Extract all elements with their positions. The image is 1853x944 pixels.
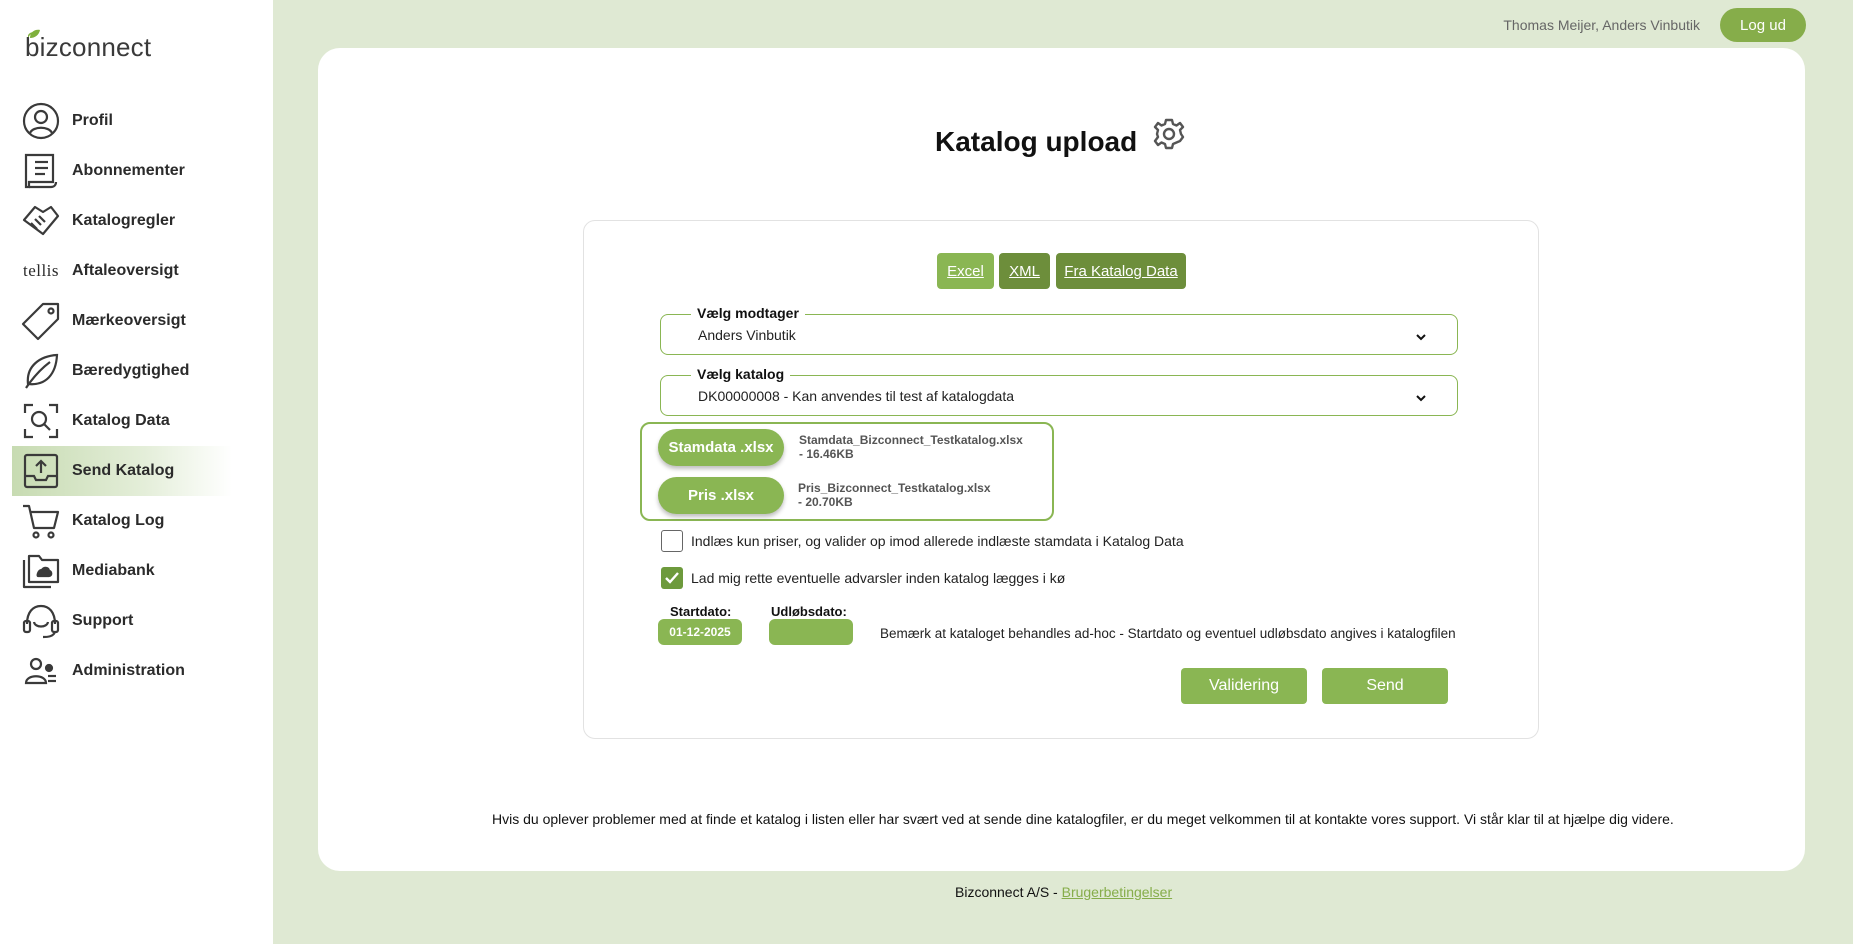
sidebar-item-administration[interactable]: Administration: [12, 646, 232, 696]
sidebar-item-label: Profil: [72, 112, 113, 129]
validate-button[interactable]: Validering: [1181, 668, 1307, 704]
search-frame-icon: [20, 400, 62, 442]
sidebar-item-profil[interactable]: Profil: [12, 96, 232, 146]
tag-icon: [20, 300, 62, 342]
tellis-logo: tellis: [22, 261, 60, 280]
sidebar-item-label: Aftaleoversigt: [72, 262, 179, 279]
sidebar: bizconnect Profil Abonnementer Katalogre…: [0, 0, 273, 944]
leaf-icon: [20, 350, 62, 392]
pris-file-name: Pris_Bizconnect_Testkatalog.xlsx: [798, 481, 991, 495]
sidebar-item-label: Mærkeoversigt: [72, 312, 186, 329]
handshake-icon: [20, 200, 62, 242]
current-user: Thomas Meijer, Anders Vinbutik: [1503, 17, 1700, 33]
sidebar-item-label: Katalogregler: [72, 212, 176, 229]
logout-button[interactable]: Log ud: [1720, 8, 1806, 42]
bizconnect-logo[interactable]: bizconnect: [25, 29, 152, 64]
sidebar-item-katalog-log[interactable]: Katalog Log: [12, 496, 232, 546]
footer-company: Bizconnect A/S -: [955, 884, 1062, 900]
expiry-date-input[interactable]: [769, 619, 853, 645]
upload-tray-icon: [20, 450, 62, 492]
sidebar-item-baeredygtighed[interactable]: Bæredygtighed: [12, 346, 232, 396]
sidebar-item-mediabank[interactable]: Mediabank: [12, 546, 232, 596]
page-title: Katalog upload: [935, 126, 1138, 157]
sidebar-item-label: Abonnementer: [72, 162, 185, 179]
prices-only-checkbox[interactable]: [661, 530, 683, 552]
tab-excel[interactable]: Excel: [937, 253, 994, 289]
logo-leaf-icon: [28, 29, 40, 38]
stamdata-upload-button[interactable]: Stamdata .xlsx: [658, 429, 784, 466]
sidebar-nav: Profil Abonnementer Katalogregler tellis…: [12, 96, 232, 696]
users-admin-icon: [20, 650, 62, 692]
catalog-select[interactable]: Vælg katalog DK00000008 - Kan anvendes t…: [660, 366, 1458, 416]
document-icon: [20, 150, 62, 192]
gear-icon[interactable]: [1153, 118, 1185, 155]
sidebar-item-katalogregler[interactable]: Katalogregler: [12, 196, 232, 246]
tab-fra-katalog-data[interactable]: Fra Katalog Data: [1056, 253, 1186, 289]
receiver-select-value: Anders Vinbutik: [698, 327, 796, 343]
pris-file-info: Pris_Bizconnect_Testkatalog.xlsx - 20.70…: [798, 481, 991, 509]
catalog-select-label: Vælg katalog: [691, 366, 791, 382]
start-date-input[interactable]: 01-12-2025: [658, 619, 742, 645]
terms-link[interactable]: Brugerbetingelser: [1062, 884, 1173, 900]
catalog-select-value: DK00000008 - Kan anvendes til test af ka…: [698, 388, 1014, 404]
fix-warnings-checkbox[interactable]: [661, 567, 683, 589]
sidebar-item-label: Mediabank: [72, 562, 155, 579]
support-help-text: Hvis du oplever problemer med at finde e…: [492, 811, 1674, 827]
sidebar-item-support[interactable]: Support: [12, 596, 232, 646]
sidebar-item-label: Support: [72, 612, 134, 629]
pris-upload-button[interactable]: Pris .xlsx: [658, 477, 784, 514]
sidebar-item-label: Send Katalog: [72, 462, 175, 479]
stamdata-file-info: Stamdata_Bizconnect_Testkatalog.xlsx - 1…: [799, 433, 1023, 461]
sidebar-item-send-katalog[interactable]: Send Katalog: [12, 446, 232, 496]
receiver-select-label: Vælg modtager: [691, 305, 805, 321]
sidebar-item-aftaleoversigt[interactable]: tellis Aftaleoversigt: [12, 246, 232, 296]
tab-xml[interactable]: XML: [999, 253, 1050, 289]
sidebar-item-label: Bæredygtighed: [72, 362, 190, 379]
expiry-date-label: Udløbsdato:: [771, 604, 847, 619]
checkmark-icon: [665, 572, 679, 584]
sidebar-item-label: Administration: [72, 662, 185, 679]
sidebar-item-label: Katalog Log: [72, 512, 165, 529]
start-date-label: Startdato:: [670, 604, 732, 619]
stamdata-file-size: - 16.46KB: [799, 447, 854, 461]
folder-cloud-icon: [20, 550, 62, 592]
chevron-down-icon: [1415, 390, 1427, 408]
fix-warnings-label: Lad mig rette eventuelle advarsler inden…: [691, 570, 1066, 586]
prices-only-label: Indlæs kun priser, og valider op imod al…: [691, 533, 1184, 549]
cart-icon: [20, 500, 62, 542]
sidebar-item-label: Katalog Data: [72, 412, 170, 429]
stamdata-file-name: Stamdata_Bizconnect_Testkatalog.xlsx: [799, 433, 1023, 447]
user-circle-icon: [20, 100, 62, 142]
sidebar-item-katalog-data[interactable]: Katalog Data: [12, 396, 232, 446]
sidebar-item-maerkeoversigt[interactable]: Mærkeoversigt: [12, 296, 232, 346]
receiver-select[interactable]: Vælg modtager Anders Vinbutik: [660, 305, 1458, 355]
logo-text: bizconnect: [25, 31, 152, 62]
adhoc-note: Bemærk at kataloget behandles ad-hoc - S…: [880, 626, 1456, 641]
headset-icon: [20, 600, 62, 642]
footer: Bizconnect A/S - Brugerbetingelser: [955, 884, 1172, 900]
sidebar-item-abonnementer[interactable]: Abonnementer: [12, 146, 232, 196]
chevron-down-icon: [1415, 329, 1427, 347]
send-button[interactable]: Send: [1322, 668, 1448, 704]
pris-file-size: - 20.70KB: [798, 495, 853, 509]
